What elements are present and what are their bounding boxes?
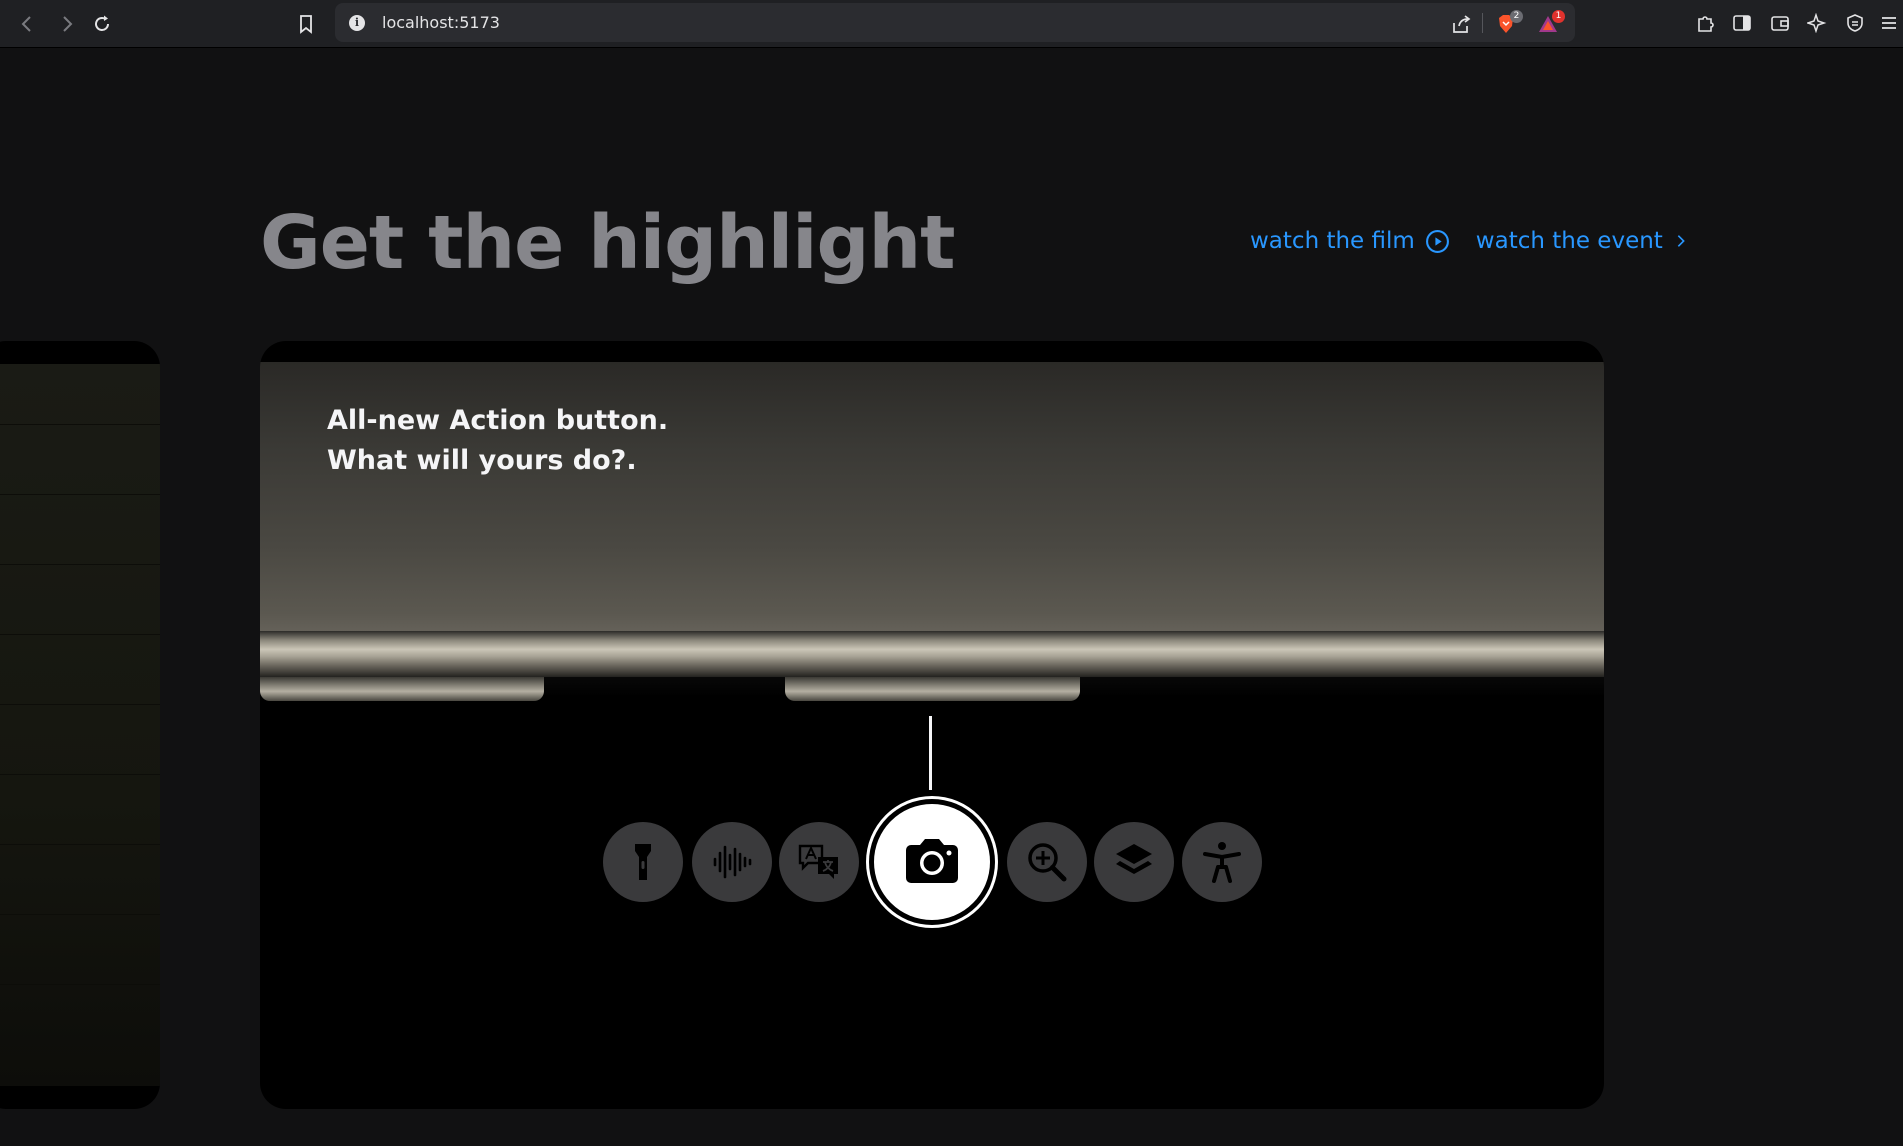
magnifier-icon: [1028, 843, 1067, 882]
back-button[interactable]: [14, 10, 42, 38]
phone-frame-rail: [260, 631, 1604, 677]
voice-memo-action[interactable]: [692, 822, 772, 902]
brave-shields-button[interactable]: 2: [1495, 10, 1523, 35]
action-button-hardware: [785, 677, 1080, 701]
previous-slide-card[interactable]: [0, 341, 160, 1109]
hamburger-menu-icon: [1882, 17, 1896, 29]
shields-badge: 2: [1510, 10, 1523, 23]
caption-line-1: All-new Action button.: [327, 405, 669, 436]
leo-ai-button[interactable]: [1805, 11, 1829, 35]
highlight-slide-card: All-new Action button. What will yours d…: [260, 341, 1604, 1109]
action-connector-line: [929, 716, 932, 790]
accessibility-icon: [1203, 842, 1241, 883]
wallet-icon: [1771, 16, 1789, 31]
sidebar-icon: [1733, 15, 1751, 31]
puzzle-icon: [1698, 16, 1714, 32]
magnifier-action[interactable]: [1007, 822, 1087, 902]
site-info-icon[interactable]: i: [349, 15, 365, 31]
share-button[interactable]: [1450, 13, 1472, 35]
shortcuts-action[interactable]: [1094, 822, 1174, 902]
video-links: watch the film watch the event: [1250, 228, 1689, 254]
address-bar[interactable]: i localhost:5173 2 1: [335, 3, 1575, 42]
camera-action[interactable]: [874, 804, 990, 920]
reload-icon: [95, 15, 109, 31]
page-heading: Get the highlight: [260, 200, 956, 286]
camera-icon: [906, 839, 958, 883]
bookmark-button[interactable]: [292, 10, 320, 38]
translate-icon: [798, 844, 838, 879]
url-text[interactable]: localhost:5173: [382, 13, 500, 32]
extensions-button[interactable]: [1693, 11, 1717, 35]
reload-button[interactable]: [88, 10, 116, 38]
forward-arrow-icon: [63, 16, 73, 32]
share-icon: [1453, 15, 1471, 33]
watch-event-label: watch the event: [1475, 228, 1663, 254]
divider: [1482, 13, 1483, 33]
chevron-right-icon: [1677, 235, 1685, 247]
vpn-button[interactable]: [1843, 11, 1867, 35]
bookmark-icon: [300, 15, 312, 34]
watch-film-label: watch the film: [1250, 228, 1415, 254]
back-arrow-icon: [21, 16, 31, 32]
browser-toolbar: i localhost:5173 2 1: [0, 0, 1903, 48]
accessibility-action[interactable]: [1182, 822, 1262, 902]
watch-film-link[interactable]: watch the film: [1250, 228, 1450, 254]
forward-button[interactable]: [52, 10, 80, 38]
shortcuts-icon: [1116, 844, 1152, 874]
previous-slide-image: [0, 364, 160, 1086]
sparkle-icon: [1807, 13, 1827, 33]
shield-icon: [1847, 14, 1863, 32]
menu-button[interactable]: [1877, 11, 1901, 35]
caption-line-2: What will yours do?.: [327, 445, 637, 476]
slide-caption: All-new Action button. What will yours d…: [327, 401, 668, 481]
sidebar-button[interactable]: [1730, 11, 1754, 35]
voice-memo-icon: [713, 845, 752, 879]
translate-action[interactable]: [779, 822, 859, 902]
volume-button: [260, 677, 544, 701]
brave-rewards-button[interactable]: 1: [1537, 10, 1565, 35]
rewards-badge: 1: [1552, 10, 1565, 23]
play-circle-icon: [1425, 229, 1449, 253]
flashlight-icon: [635, 844, 651, 880]
wallet-button[interactable]: [1768, 11, 1792, 35]
flashlight-action[interactable]: [603, 822, 683, 902]
watch-event-link[interactable]: watch the event: [1476, 228, 1689, 254]
